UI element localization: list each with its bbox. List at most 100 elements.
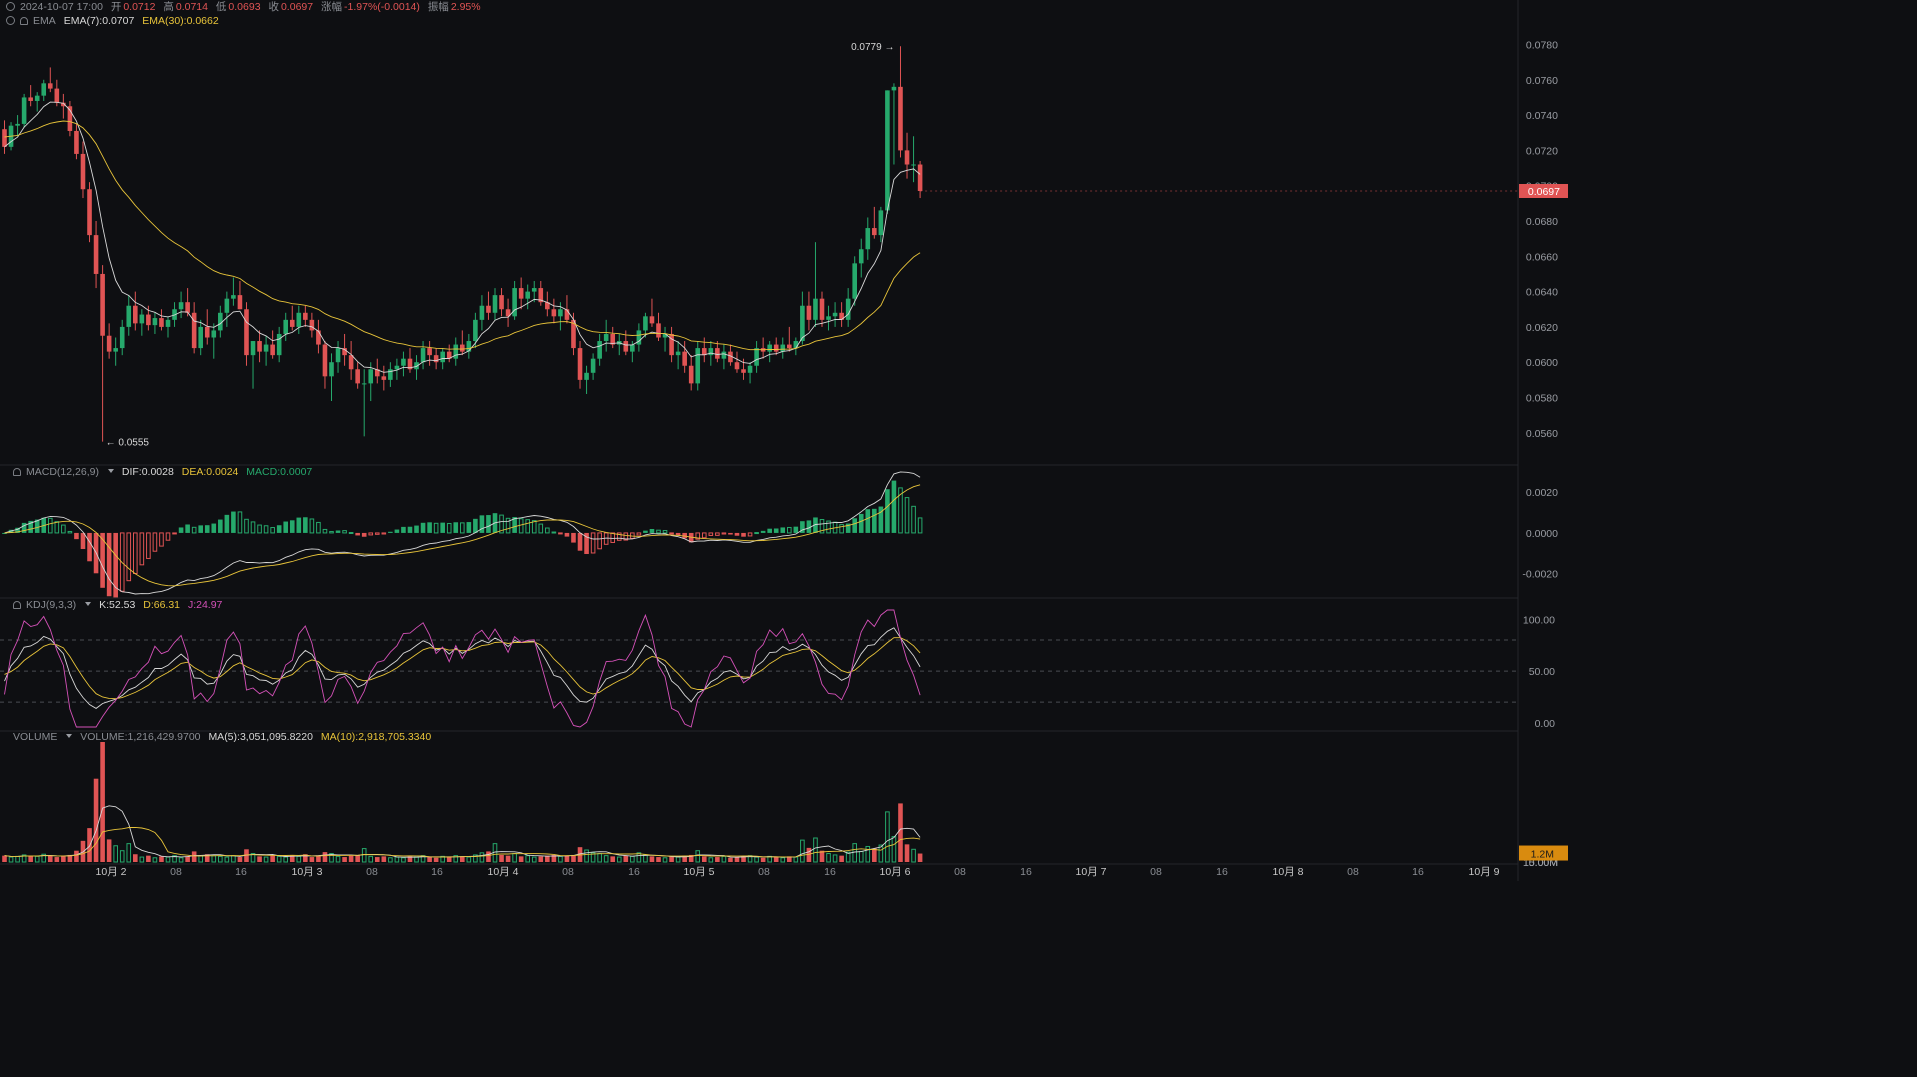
macd-histogram-bar: [590, 532, 596, 554]
macd-histogram-bar: [414, 525, 419, 533]
volume-bar: [414, 856, 419, 863]
volume-bar: [283, 856, 289, 863]
volume-bar: [126, 843, 132, 863]
collapse-icon[interactable]: [6, 16, 15, 25]
collapse-icon[interactable]: [6, 2, 15, 11]
candle-body: [898, 86, 903, 151]
candle-body: [780, 344, 786, 352]
current-volume-label: 1.2M: [1531, 849, 1554, 861]
macd-histogram-bar: [473, 518, 478, 533]
macd-histogram-bar: [662, 530, 668, 534]
volume-bar: [237, 857, 243, 862]
macd-histogram-bar: [669, 532, 674, 535]
macd-histogram-bar: [61, 524, 66, 534]
candle-body: [858, 249, 864, 264]
candle-body: [146, 314, 151, 326]
candle-body: [204, 326, 210, 338]
candle-body: [54, 88, 60, 103]
candle-body: [466, 341, 472, 352]
macd-histogram-bar: [296, 517, 302, 533]
macd-histogram-bar: [309, 518, 315, 534]
macd-name[interactable]: MACD(12,26,9): [26, 466, 99, 478]
macd-histogram-bar: [917, 517, 923, 534]
volume-bar: [165, 856, 171, 863]
volume-bar: [394, 856, 400, 863]
time-tick-label: 08: [954, 866, 966, 878]
volume-bar: [316, 855, 321, 862]
candle-body: [682, 351, 687, 366]
volume-bar: [649, 856, 655, 862]
candle-body: [787, 344, 792, 349]
volume-bar: [270, 855, 275, 862]
macd-histogram-bar: [165, 532, 171, 541]
macd-histogram-bar: [211, 523, 217, 533]
time-tick-label: 16: [1020, 866, 1032, 878]
macd-histogram-bar: [191, 526, 197, 534]
time-tick-label: 10月 9: [1469, 866, 1500, 878]
macd-tick-label: -0.0020: [1522, 569, 1558, 581]
candle-body: [34, 95, 40, 101]
macd-histogram-bar: [237, 511, 243, 534]
candle-body: [754, 348, 759, 366]
volume-ma5-line: [4, 805, 921, 858]
volume-bar: [8, 856, 14, 863]
macd-histogram-bar: [329, 531, 334, 534]
candle-body: [656, 323, 661, 338]
candle-body: [80, 153, 86, 190]
macd-histogram-bar: [374, 532, 380, 535]
candle-body: [675, 351, 681, 356]
volume-bar: [858, 850, 864, 863]
volume-bar: [479, 852, 485, 863]
candle-body: [865, 228, 871, 250]
bell-icon[interactable]: [20, 17, 28, 25]
volume-bar: [911, 848, 916, 863]
candle-body: [159, 318, 164, 327]
chevron-down-icon[interactable]: [85, 602, 92, 606]
volume-bar: [198, 855, 203, 863]
candle-body: [257, 341, 262, 352]
macd-histogram-bar: [741, 532, 746, 537]
bell-icon[interactable]: [13, 601, 21, 609]
macd-histogram-bar: [368, 532, 374, 536]
macd-histogram-bar: [885, 489, 890, 533]
candle-body: [715, 348, 720, 359]
candle-body: [741, 369, 746, 373]
candle-body: [348, 355, 354, 370]
macd-histogram-bar: [178, 527, 184, 533]
macd-histogram-bar: [911, 505, 916, 534]
macd-histogram-bar: [388, 531, 393, 533]
candlestick-chart[interactable]: 0.07800.07600.07400.07200.07000.06800.06…: [0, 0, 1568, 881]
kdj-tick-label: 0.00: [1535, 718, 1556, 730]
macd-histogram-bar: [263, 525, 269, 534]
chevron-down-icon[interactable]: [66, 734, 73, 738]
kdj-name[interactable]: KDJ(9,3,3): [26, 599, 76, 611]
candle-body: [806, 305, 812, 320]
volume-bar: [839, 855, 844, 862]
macd-histogram-bar: [610, 532, 616, 543]
volume-bar: [760, 857, 766, 862]
macd-histogram-bar: [21, 522, 27, 533]
volume-bar: [355, 854, 360, 862]
macd-histogram-bar: [283, 521, 289, 533]
bell-icon[interactable]: [13, 468, 21, 476]
candle-body: [87, 189, 92, 236]
candle-body: [15, 123, 20, 126]
candle-body: [525, 291, 530, 299]
volume-bar: [433, 857, 439, 862]
volume-bar: [584, 849, 589, 863]
macd-histogram-bar: [643, 530, 648, 533]
volume-bar: [558, 855, 563, 863]
volume-bar: [159, 856, 164, 862]
volume-name[interactable]: VOLUME: [13, 731, 57, 743]
candle-body: [590, 358, 596, 373]
volume-bar: [322, 852, 328, 862]
candle-body: [322, 344, 328, 377]
macd-histogram-bar: [446, 523, 452, 534]
candle-body: [577, 348, 583, 380]
volume-bar: [512, 853, 517, 863]
macd-histogram-bar: [270, 527, 275, 534]
chevron-down-icon[interactable]: [107, 469, 114, 473]
macd-histogram-bar: [780, 527, 786, 533]
macd-histogram-bar: [460, 522, 465, 534]
ema-name[interactable]: EMA: [33, 15, 56, 27]
